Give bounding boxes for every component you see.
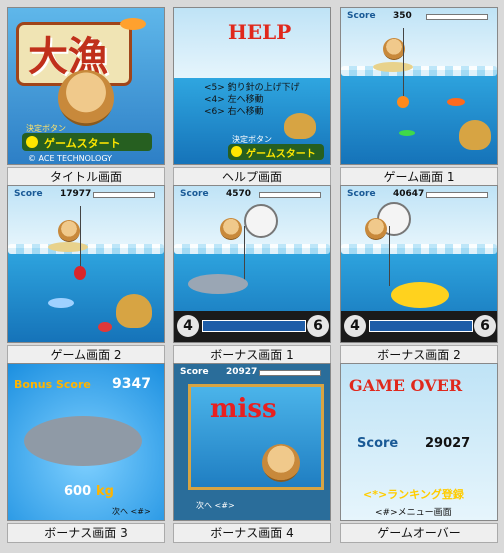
fish-icon (48, 298, 74, 308)
fishing-line (80, 206, 81, 268)
island-icon (48, 242, 88, 252)
final-score-label: Score (357, 436, 399, 451)
caption-title: タイトル画面 (7, 167, 165, 187)
start-button-icon (26, 136, 38, 148)
score-value: 17977 (60, 189, 92, 199)
fishing-line (389, 226, 390, 286)
help-line-3: <6> 右へ移動 (204, 107, 264, 117)
coral-icon (459, 120, 491, 150)
bonus-screen-3: Bonus Score 9347 600 kg 次へ <#> (7, 363, 165, 521)
gameover-heading: GAME OVER (349, 376, 463, 395)
help-start-icon (231, 146, 242, 157)
start-button[interactable]: ゲームスタート (22, 133, 152, 151)
score-label: Score (180, 367, 209, 377)
fish-icon (399, 130, 415, 136)
time-bar (426, 14, 488, 20)
time-bar (259, 192, 321, 198)
game-screen-1: Score 350 (340, 7, 498, 165)
fish-icon (397, 96, 409, 108)
ranking-button[interactable]: <*>ランキング登録 (363, 486, 464, 502)
logo-fish-icon (120, 18, 146, 30)
start-button-label: ゲームスタート (44, 137, 121, 150)
fishing-line (244, 226, 245, 286)
coral-icon (116, 294, 152, 328)
score-value: 4570 (226, 189, 252, 199)
bonus-screen-1: Score 4570 4 6 (173, 185, 331, 343)
fishing-line (403, 28, 404, 98)
score-label: Score (347, 11, 376, 21)
game-screen-2: Score 17977 (7, 185, 165, 343)
final-score-value: 29027 (425, 436, 471, 451)
fisher-icon (58, 220, 80, 242)
right-key[interactable]: 6 (307, 315, 329, 337)
left-key[interactable]: 4 (344, 315, 366, 337)
fish-icon (447, 98, 465, 106)
help-heading: HELP (228, 20, 292, 44)
score-label: Score (347, 189, 376, 199)
title-screen: 大漁 決定ボタン ゲームスタート © ACE TECHNOLOGY (7, 7, 165, 165)
fisher-crying-icon (262, 444, 300, 482)
caption-bonus1: ボーナス画面 1 (173, 345, 331, 365)
bonus-score-label: Bonus Score (14, 378, 91, 391)
caption-bonus3: ボーナス画面 3 (7, 523, 165, 543)
sunfish-icon (391, 282, 449, 308)
gameover-screen: GAME OVER Score 29027 <*>ランキング登録 <#>メニュー… (340, 363, 498, 521)
caption-game1: ゲーム画面 1 (340, 167, 498, 187)
caption-bonus4: ボーナス画面 4 (173, 523, 331, 543)
miss-text: miss (210, 394, 277, 424)
score-value: 20927 (226, 367, 258, 377)
right-key[interactable]: 6 (474, 315, 496, 337)
next-button[interactable]: 次へ <#> (112, 506, 151, 517)
fisher-icon (365, 218, 387, 240)
bonus-screen-4: Score 20927 miss 次へ <#> (173, 363, 331, 521)
shark-icon (188, 274, 248, 294)
left-key[interactable]: 4 (177, 315, 199, 337)
tension-bar (202, 320, 306, 332)
next-button[interactable]: 次へ <#> (196, 500, 235, 511)
screenshot-grid: 大漁 決定ボタン ゲームスタート © ACE TECHNOLOGY タイトル画面… (0, 0, 504, 553)
score-label: Score (180, 189, 209, 199)
menu-button[interactable]: <#>メニュー画面 (375, 505, 452, 518)
fisher-character-icon (58, 70, 114, 126)
fisher-icon (220, 218, 242, 240)
weight-value: 600 (64, 484, 92, 499)
copyright-text: © ACE TECHNOLOGY (28, 154, 113, 163)
time-bar (426, 192, 488, 198)
help-start-label: ゲームスタート (246, 149, 316, 160)
time-bar (259, 370, 321, 376)
score-label: Score (14, 189, 43, 199)
coral-icon (284, 113, 316, 139)
gauge-icon (244, 204, 278, 238)
island-icon (373, 62, 413, 72)
time-bar (93, 192, 155, 198)
caption-bonus2: ボーナス画面 2 (340, 345, 498, 365)
caption-gameover: ゲームオーバー (340, 523, 498, 543)
fisher-icon (383, 38, 405, 60)
help-screen: HELP <5> 釣り針の上げ下げ <4> 左へ移動 <6> 右へ移動 決定ボタ… (173, 7, 331, 165)
bonus-score-value: 9347 (112, 376, 151, 392)
tension-bar (369, 320, 473, 332)
score-value: 40647 (393, 189, 425, 199)
octopus-icon (74, 266, 86, 280)
bonus-screen-2: Score 40647 4 6 (340, 185, 498, 343)
score-value: 350 (393, 11, 412, 21)
help-start-button[interactable]: ゲームスタート (228, 144, 324, 160)
caption-game2: ゲーム画面 2 (7, 345, 165, 365)
caption-help: ヘルプ画面 (173, 167, 331, 187)
shark-icon (24, 416, 142, 466)
weight-unit: kg (96, 484, 114, 499)
fish-icon (98, 322, 112, 332)
